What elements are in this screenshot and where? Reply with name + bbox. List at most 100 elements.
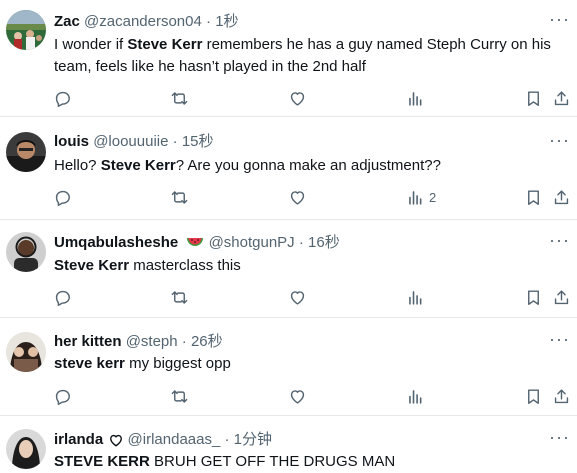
retweet-button[interactable]: [170, 86, 189, 110]
display-name[interactable]: her kitten: [54, 333, 122, 350]
avatar[interactable]: [6, 132, 46, 172]
avatar[interactable]: [6, 332, 46, 372]
views-button[interactable]: [406, 86, 429, 110]
bookmark-icon: [528, 189, 539, 205]
views-icon: [409, 91, 422, 106]
user-handle[interactable]: @steph: [126, 333, 178, 350]
display-name[interactable]: Zac: [54, 13, 80, 30]
action-bar: [0, 86, 577, 110]
separator-dot: ·: [172, 133, 178, 150]
user-handle[interactable]: @zacanderson04: [84, 13, 202, 30]
views-button[interactable]: 2: [406, 185, 436, 209]
tweet-item[interactable]: her kitten @steph · 26秒 ··· steve kerr m…: [0, 318, 577, 416]
avatar[interactable]: [6, 232, 46, 272]
bookmark-button[interactable]: [524, 185, 543, 209]
highlighted-keyword: Steve Kerr: [54, 257, 130, 274]
reply-button[interactable]: [53, 285, 72, 309]
like-button[interactable]: [288, 384, 307, 408]
reply-button[interactable]: [53, 384, 72, 408]
user-handle[interactable]: @loouuuiie: [93, 133, 168, 150]
retweet-button[interactable]: [170, 285, 189, 309]
avatar[interactable]: [6, 429, 46, 469]
highlighted-keyword: Steve Kerr: [127, 36, 203, 53]
share-button[interactable]: [552, 185, 571, 209]
tweet-item[interactable]: Zac @zacanderson04 · 1秒 ··· I wonder if …: [0, 0, 577, 117]
tweet-text-pre: I wonder if: [54, 36, 128, 53]
highlighted-keyword: Steve Kerr: [100, 157, 176, 174]
action-bar: [0, 285, 577, 309]
separator-dot: ·: [206, 13, 212, 30]
share-button[interactable]: [552, 285, 571, 309]
separator-dot: ·: [298, 234, 304, 251]
reply-button[interactable]: [53, 86, 72, 110]
tweet-text-post: ? Are you gonna make an adjustment??: [175, 157, 441, 174]
more-options-icon[interactable]: ···: [549, 10, 569, 30]
more-options-icon[interactable]: ···: [549, 131, 569, 151]
separator-dot: ·: [181, 333, 187, 350]
timestamp[interactable]: 15秒: [182, 133, 214, 150]
views-icon: [409, 190, 422, 205]
like-icon: [290, 91, 305, 106]
tweet-text: STEVE KERR BRUH GET OFF THE DRUGS MAN: [54, 451, 559, 473]
share-button[interactable]: [552, 384, 571, 408]
action-bar: [0, 384, 577, 408]
user-handle[interactable]: @shotgunPJ: [209, 234, 295, 251]
action-bar: 2: [0, 185, 577, 209]
tweet-item[interactable]: irlanda @irlandaaas_ · 1分钟 ··· STEVE KER…: [0, 416, 577, 472]
retweet-icon: [171, 290, 188, 304]
tweet-header: Umqabulasheshe @shotgunPJ · 16秒: [54, 232, 340, 254]
retweet-button[interactable]: [170, 185, 189, 209]
heart-outline-icon: [110, 434, 123, 446]
bookmark-icon: [528, 90, 539, 106]
like-button[interactable]: [288, 86, 307, 110]
retweet-button[interactable]: [170, 384, 189, 408]
reply-icon: [55, 91, 70, 107]
like-icon: [290, 389, 305, 404]
separator-dot: ·: [224, 431, 230, 448]
views-button[interactable]: [406, 285, 429, 309]
display-name[interactable]: irlanda: [54, 431, 103, 448]
like-button[interactable]: [288, 185, 307, 209]
tweet-header: Zac @zacanderson04 · 1秒: [54, 11, 239, 33]
views-count: 2: [429, 189, 437, 205]
tweet-text: I wonder if Steve Kerr remembers he has …: [54, 34, 559, 78]
timestamp[interactable]: 1分钟: [234, 431, 272, 448]
tweet-text: Steve Kerr masterclass this: [54, 255, 559, 277]
more-options-icon[interactable]: ···: [549, 428, 569, 448]
more-options-icon[interactable]: ···: [549, 330, 569, 350]
reply-icon: [55, 290, 70, 306]
share-icon: [554, 189, 569, 204]
more-options-icon[interactable]: ···: [549, 231, 569, 251]
bookmark-button[interactable]: [524, 384, 543, 408]
display-name[interactable]: louis: [54, 133, 89, 150]
retweet-icon: [171, 190, 188, 204]
tweet-header: her kitten @steph · 26秒: [54, 331, 223, 353]
timestamp[interactable]: 1秒: [215, 13, 238, 30]
bookmark-button[interactable]: [524, 285, 543, 309]
tweet-item[interactable]: louis @loouuuiie · 15秒 ··· Hello? Steve …: [0, 117, 577, 220]
display-name[interactable]: Umqabulasheshe: [54, 234, 178, 251]
reply-button[interactable]: [53, 185, 72, 209]
tweet-item[interactable]: Umqabulasheshe @shotgunPJ · 16秒 ··· Stev…: [0, 220, 577, 318]
tweet-text-post: my biggest opp: [124, 355, 231, 372]
timestamp[interactable]: 16秒: [308, 234, 340, 251]
watermelon-emoji-icon: [187, 238, 204, 247]
share-icon: [554, 388, 569, 403]
views-button[interactable]: [406, 384, 429, 408]
timestamp[interactable]: 26秒: [191, 333, 223, 350]
tweet-text-pre: Hello?: [54, 157, 101, 174]
avatar[interactable]: [6, 10, 46, 50]
tweet-feed: Zac @zacanderson04 · 1秒 ··· I wonder if …: [0, 0, 577, 472]
share-button[interactable]: [552, 86, 571, 110]
share-icon: [554, 289, 569, 304]
views-icon: [409, 389, 422, 404]
like-icon: [290, 190, 305, 205]
tweet-text-post: masterclass this: [129, 257, 241, 274]
user-handle[interactable]: @irlandaaas_: [128, 431, 221, 448]
bookmark-button[interactable]: [524, 86, 543, 110]
highlighted-keyword: STEVE KERR: [54, 453, 150, 470]
tweet-text: Hello? Steve Kerr? Are you gonna make an…: [54, 155, 559, 177]
reply-icon: [55, 190, 70, 206]
like-button[interactable]: [288, 285, 307, 309]
bookmark-icon: [528, 388, 539, 404]
